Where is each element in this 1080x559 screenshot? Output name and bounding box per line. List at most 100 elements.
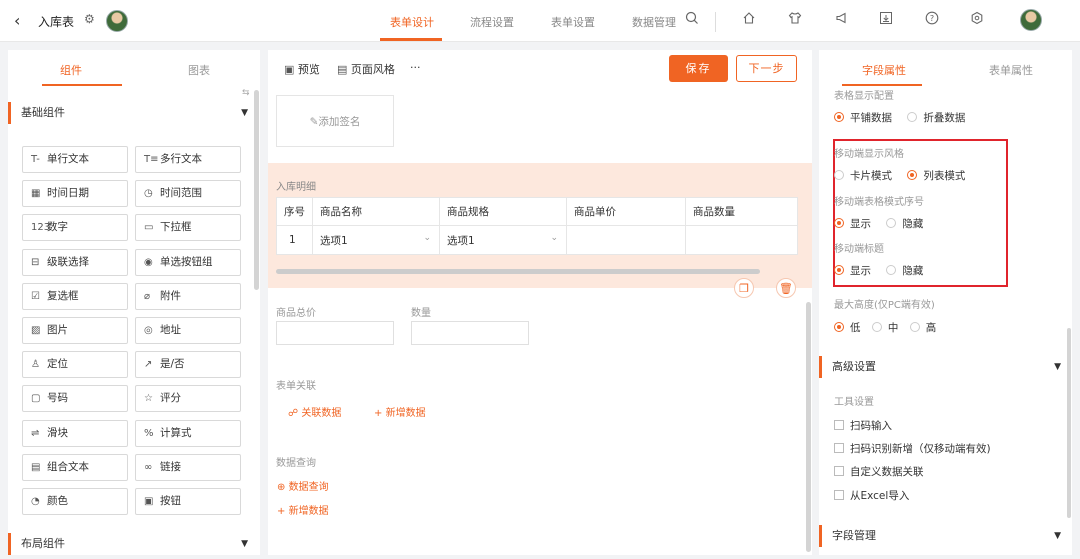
- avatar[interactable]: [106, 10, 128, 32]
- page-style-button[interactable]: ▤ 页面风格: [337, 61, 395, 77]
- preview-icon: ▣: [284, 63, 295, 76]
- next-step-button[interactable]: 下一步: [736, 55, 797, 82]
- component-item[interactable]: 123数字: [22, 214, 128, 242]
- section-title: 基础组件: [21, 106, 65, 119]
- signature-field[interactable]: ✎添加签名: [276, 95, 394, 147]
- collapse-icon[interactable]: ⇆: [242, 88, 250, 98]
- column-header: 商品单价: [566, 197, 686, 226]
- radio-medium[interactable]: 中: [871, 322, 898, 334]
- component-item[interactable]: ☑ 复选框: [22, 282, 128, 310]
- component-item[interactable]: ⌀ 附件: [135, 282, 241, 310]
- section-label: 数据查询: [276, 458, 316, 469]
- tab-data-management[interactable]: 数据管理: [632, 14, 676, 30]
- preview-button[interactable]: ▣ 预览: [284, 61, 320, 77]
- scrollbar[interactable]: [254, 90, 259, 290]
- component-item[interactable]: ▢ 号码: [22, 385, 128, 413]
- component-item[interactable]: ♙ 定位: [22, 351, 128, 379]
- gear-icon[interactable]: ⚙: [84, 12, 95, 26]
- component-label: 图片: [47, 324, 68, 336]
- tab-field-properties[interactable]: 字段属性: [862, 62, 906, 78]
- product-name-select[interactable]: 选项1 ⌄: [312, 225, 440, 255]
- radio-icon: [834, 112, 844, 122]
- help-icon[interactable]: ?: [923, 11, 941, 29]
- radio-folded[interactable]: 折叠数据: [907, 112, 965, 124]
- more-button[interactable]: ···: [410, 61, 421, 74]
- radio-hide[interactable]: 隐藏: [886, 218, 923, 230]
- settings-icon[interactable]: [968, 11, 986, 29]
- radio-low[interactable]: 低: [834, 322, 861, 334]
- radio-show[interactable]: 显示: [834, 218, 871, 230]
- link-data-button[interactable]: ☍ 关联数据: [288, 404, 341, 419]
- checkbox-scan-input[interactable]: 扫码输入: [834, 418, 892, 433]
- product-spec-select[interactable]: 选项1 ⌄: [439, 225, 567, 255]
- component-item[interactable]: ▣ 按钮: [135, 488, 241, 515]
- save-button[interactable]: 保存: [669, 55, 728, 82]
- tab-components[interactable]: 组件: [60, 62, 82, 78]
- section-layout-components[interactable]: 布局组件 ▼: [8, 533, 256, 555]
- caret-down-icon: ▼: [241, 539, 248, 549]
- component-item[interactable]: ⊟ 级联选择: [22, 248, 128, 276]
- component-item[interactable]: ⇌ 滑块: [22, 419, 128, 447]
- component-icon: ◎: [144, 325, 153, 336]
- data-query-button[interactable]: ⊕ 数据查询: [277, 478, 329, 493]
- copy-icon[interactable]: ❐: [734, 278, 754, 298]
- tab-charts[interactable]: 图表: [188, 62, 210, 78]
- unit-price-cell[interactable]: [566, 225, 686, 255]
- home-icon[interactable]: [740, 11, 758, 29]
- component-item[interactable]: ∞ 链接: [135, 453, 241, 481]
- select-value: 选项1: [447, 234, 475, 247]
- component-item[interactable]: ▭ 下拉框: [135, 214, 241, 242]
- component-item[interactable]: % 计算式: [135, 419, 241, 447]
- section-basic-components[interactable]: 基础组件 ▼: [8, 102, 256, 124]
- search-icon[interactable]: [683, 11, 701, 29]
- component-item[interactable]: ▤ 组合文本: [22, 453, 128, 481]
- back-icon[interactable]: ‹: [14, 11, 20, 30]
- download-icon[interactable]: [877, 11, 895, 29]
- megaphone-icon[interactable]: [833, 11, 851, 29]
- detail-subform[interactable]: 入库明细 序号 商品名称 商品规格 商品单价 商品数量 1 选项1 ⌄ 选项1 ⌄: [268, 163, 812, 288]
- delete-icon[interactable]: 🗑: [776, 278, 796, 298]
- checkbox-label: 从Excel导入: [850, 490, 910, 502]
- tab-process-settings[interactable]: 流程设置: [470, 14, 514, 30]
- shirt-icon[interactable]: [786, 11, 804, 29]
- section-field-management[interactable]: 字段管理 ▼: [819, 525, 1069, 547]
- component-item[interactable]: ↗ 是/否: [135, 351, 241, 379]
- component-item[interactable]: ☆ 评分: [135, 385, 241, 413]
- component-item[interactable]: T- 单行文本: [22, 146, 128, 173]
- mobile-serial-radio-group: 显示 隐藏: [834, 216, 935, 231]
- add-data-label: 新增数据: [385, 408, 426, 419]
- scrollbar[interactable]: [806, 302, 811, 552]
- active-tab-indicator: [842, 84, 922, 86]
- component-item[interactable]: T≡ 多行文本: [135, 146, 241, 173]
- caret-down-icon: ▼: [1054, 531, 1061, 541]
- radio-show[interactable]: 显示: [834, 265, 871, 277]
- add-data-button[interactable]: + 新增数据: [374, 404, 426, 419]
- component-item[interactable]: ▨ 图片: [22, 317, 128, 344]
- quantity-input[interactable]: [411, 321, 529, 345]
- component-item[interactable]: ◎ 地址: [135, 317, 241, 344]
- tab-form-design[interactable]: 表单设计: [390, 14, 434, 30]
- component-label: 按钮: [160, 495, 181, 507]
- tab-form-settings[interactable]: 表单设置: [551, 14, 595, 30]
- tab-form-properties[interactable]: 表单属性: [989, 62, 1033, 78]
- radio-high[interactable]: 高: [909, 322, 936, 334]
- component-item[interactable]: ◷ 时间范围: [135, 180, 241, 208]
- component-item[interactable]: ▦ 时间日期: [22, 180, 128, 208]
- radio-hide[interactable]: 隐藏: [886, 265, 923, 277]
- component-item[interactable]: ◔ 颜色: [22, 488, 128, 515]
- checkbox-scan-add[interactable]: 扫码识别新增（仅移动端有效): [834, 441, 991, 456]
- section-title: 高级设置: [832, 360, 876, 373]
- query-add-data-button[interactable]: + 新增数据: [277, 502, 329, 517]
- scrollbar[interactable]: [1067, 328, 1071, 518]
- component-item[interactable]: ◉ 单选按钮组: [135, 248, 241, 276]
- radio-card-mode[interactable]: 卡片模式: [834, 170, 892, 182]
- total-price-input[interactable]: [276, 321, 394, 345]
- section-advanced-settings[interactable]: 高级设置 ▼: [819, 356, 1069, 378]
- user-avatar[interactable]: [1020, 9, 1042, 31]
- radio-list-mode[interactable]: 列表模式: [907, 170, 965, 182]
- checkbox-custom-relation[interactable]: 自定义数据关联: [834, 464, 924, 479]
- radio-tiled[interactable]: 平铺数据: [834, 112, 892, 124]
- horizontal-scrollbar[interactable]: [276, 269, 760, 274]
- checkbox-excel-import[interactable]: 从Excel导入: [834, 488, 909, 503]
- quantity-cell[interactable]: [685, 225, 798, 255]
